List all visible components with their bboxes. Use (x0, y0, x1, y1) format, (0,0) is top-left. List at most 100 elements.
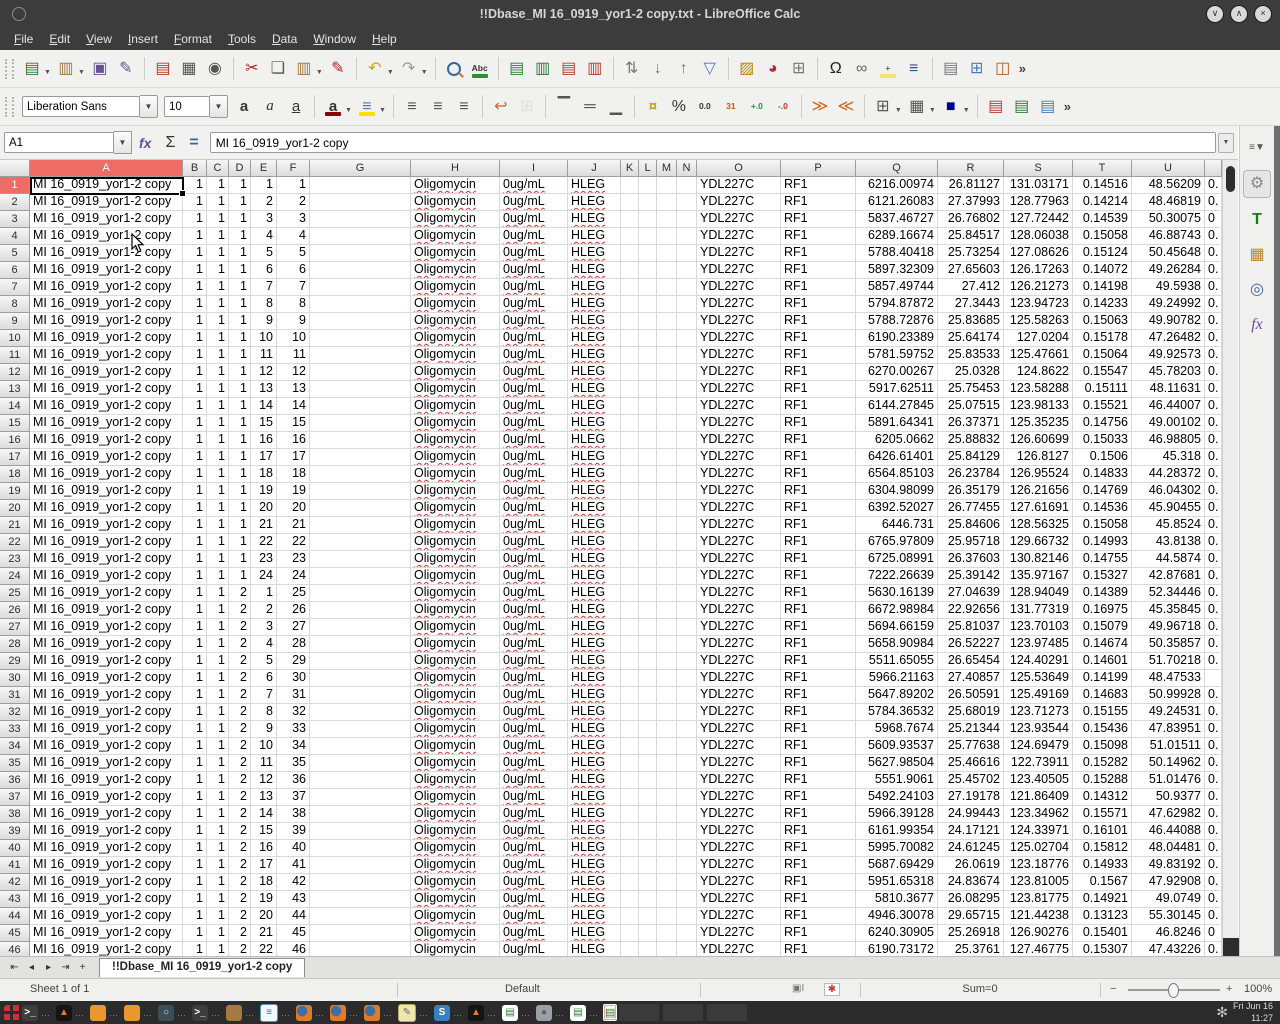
last-sheet-icon[interactable]: ⇥ (57, 960, 74, 976)
cell[interactable]: 1 (229, 517, 251, 534)
cell[interactable]: RF1 (781, 517, 856, 534)
align-center-icon[interactable]: ≡ (426, 95, 450, 119)
toolbar-grip[interactable] (5, 97, 14, 117)
cell[interactable]: 1 (183, 602, 207, 619)
cell[interactable]: 10 (251, 738, 277, 755)
cell[interactable]: 1 (229, 364, 251, 381)
toolbar-grip[interactable] (5, 59, 14, 79)
cell[interactable]: 0.14993 (1073, 534, 1132, 551)
cell[interactable]: 1 (183, 432, 207, 449)
add-decimal-icon[interactable]: +.0 (745, 95, 769, 119)
font-color-icon[interactable]: a (321, 95, 345, 119)
cell[interactable] (310, 296, 411, 313)
cell[interactable]: Oligomycin (411, 874, 500, 891)
cell[interactable] (657, 908, 677, 925)
cell[interactable]: RF1 (781, 500, 856, 517)
cell[interactable]: 25.88832 (938, 432, 1004, 449)
percent-icon[interactable]: % (667, 95, 691, 119)
taskbar-empty-slot[interactable] (663, 1004, 703, 1021)
cell[interactable] (639, 704, 657, 721)
taskbar-terminal[interactable]: >_… (192, 1003, 224, 1022)
cell[interactable]: RF1 (781, 653, 856, 670)
cell[interactable]: 1 (207, 432, 229, 449)
cell[interactable]: 27.40857 (938, 670, 1004, 687)
align-top-icon[interactable]: ▔ (552, 95, 576, 119)
cell[interactable]: 0ug/mL (500, 313, 568, 330)
cell[interactable]: 22.92656 (938, 602, 1004, 619)
cell[interactable] (677, 279, 697, 296)
cell[interactable]: 25.39142 (938, 568, 1004, 585)
cell[interactable]: 1 (207, 245, 229, 262)
cell[interactable]: MI 16_0919_yor1-2 copy (30, 449, 183, 466)
cell[interactable]: 6190.73172 (856, 942, 938, 956)
cell[interactable]: 11 (251, 755, 277, 772)
cell[interactable]: 125.58263 (1004, 313, 1073, 330)
cell[interactable]: 1 (207, 500, 229, 517)
cell[interactable] (621, 619, 639, 636)
cell[interactable] (657, 534, 677, 551)
cell[interactable]: 7 (251, 279, 277, 296)
cell[interactable]: 125.02704 (1004, 840, 1073, 857)
cell[interactable] (310, 857, 411, 874)
cell[interactable] (310, 755, 411, 772)
cell[interactable]: 1 (251, 585, 277, 602)
cell[interactable]: 6725.08991 (856, 551, 938, 568)
cell[interactable]: 17 (251, 449, 277, 466)
cell[interactable]: HLEG (568, 908, 621, 925)
cell[interactable]: 124.69479 (1004, 738, 1073, 755)
cell[interactable]: 0. (1205, 806, 1222, 823)
cell[interactable]: YDL227C (697, 619, 781, 636)
row-header-4[interactable]: 4 (0, 228, 30, 245)
cell[interactable]: RF1 (781, 585, 856, 602)
cell[interactable]: Oligomycin (411, 517, 500, 534)
cell[interactable]: 1 (183, 177, 207, 194)
cell[interactable] (677, 874, 697, 891)
cell[interactable]: HLEG (568, 466, 621, 483)
cell[interactable] (1205, 670, 1222, 687)
cell[interactable] (310, 177, 411, 194)
cell[interactable] (621, 381, 639, 398)
cell[interactable] (621, 296, 639, 313)
cell[interactable]: MI 16_0919_yor1-2 copy (30, 194, 183, 211)
cell[interactable] (677, 262, 697, 279)
cell[interactable]: 46.44088 (1132, 823, 1205, 840)
row-header-46[interactable]: 46 (0, 942, 30, 956)
cell[interactable]: 0.15547 (1073, 364, 1132, 381)
cell[interactable] (677, 806, 697, 823)
cell[interactable]: 10 (277, 330, 310, 347)
cell[interactable]: 0. (1205, 840, 1222, 857)
cell[interactable]: 0.15178 (1073, 330, 1132, 347)
sort-icon[interactable]: ⇅ (620, 57, 644, 81)
freeze-rows-and-columns-icon[interactable]: ⊞ (965, 57, 989, 81)
cell[interactable]: 42.87681 (1132, 568, 1205, 585)
row-header-12[interactable]: 12 (0, 364, 30, 381)
formula-icon[interactable]: = (189, 134, 198, 152)
row-header-30[interactable]: 30 (0, 670, 30, 687)
cell[interactable]: 5781.59752 (856, 347, 938, 364)
cell[interactable]: 14 (277, 398, 310, 415)
cell[interactable] (621, 874, 639, 891)
row-header-22[interactable]: 22 (0, 534, 30, 551)
cell[interactable]: HLEG (568, 857, 621, 874)
cell[interactable]: 26.76802 (938, 211, 1004, 228)
cell[interactable] (621, 347, 639, 364)
border-style-icon[interactable]: ▦ (905, 95, 929, 119)
cell[interactable]: HLEG (568, 347, 621, 364)
cell[interactable]: RF1 (781, 925, 856, 942)
cell[interactable] (310, 925, 411, 942)
cell[interactable] (621, 738, 639, 755)
cell[interactable]: 125.53649 (1004, 670, 1073, 687)
cell[interactable]: Oligomycin (411, 279, 500, 296)
cell[interactable] (310, 262, 411, 279)
cell[interactable]: MI 16_0919_yor1-2 copy (30, 891, 183, 908)
cell[interactable]: 27.37993 (938, 194, 1004, 211)
cell[interactable]: Oligomycin (411, 857, 500, 874)
cell[interactable]: 123.97485 (1004, 636, 1073, 653)
cell[interactable]: MI 16_0919_yor1-2 copy (30, 755, 183, 772)
cell[interactable]: 0ug/mL (500, 738, 568, 755)
cell[interactable]: 0.15307 (1073, 942, 1132, 956)
cell[interactable]: 24.17121 (938, 823, 1004, 840)
cell[interactable]: 6392.52027 (856, 500, 938, 517)
cell[interactable]: HLEG (568, 279, 621, 296)
cell[interactable]: 0.14601 (1073, 653, 1132, 670)
